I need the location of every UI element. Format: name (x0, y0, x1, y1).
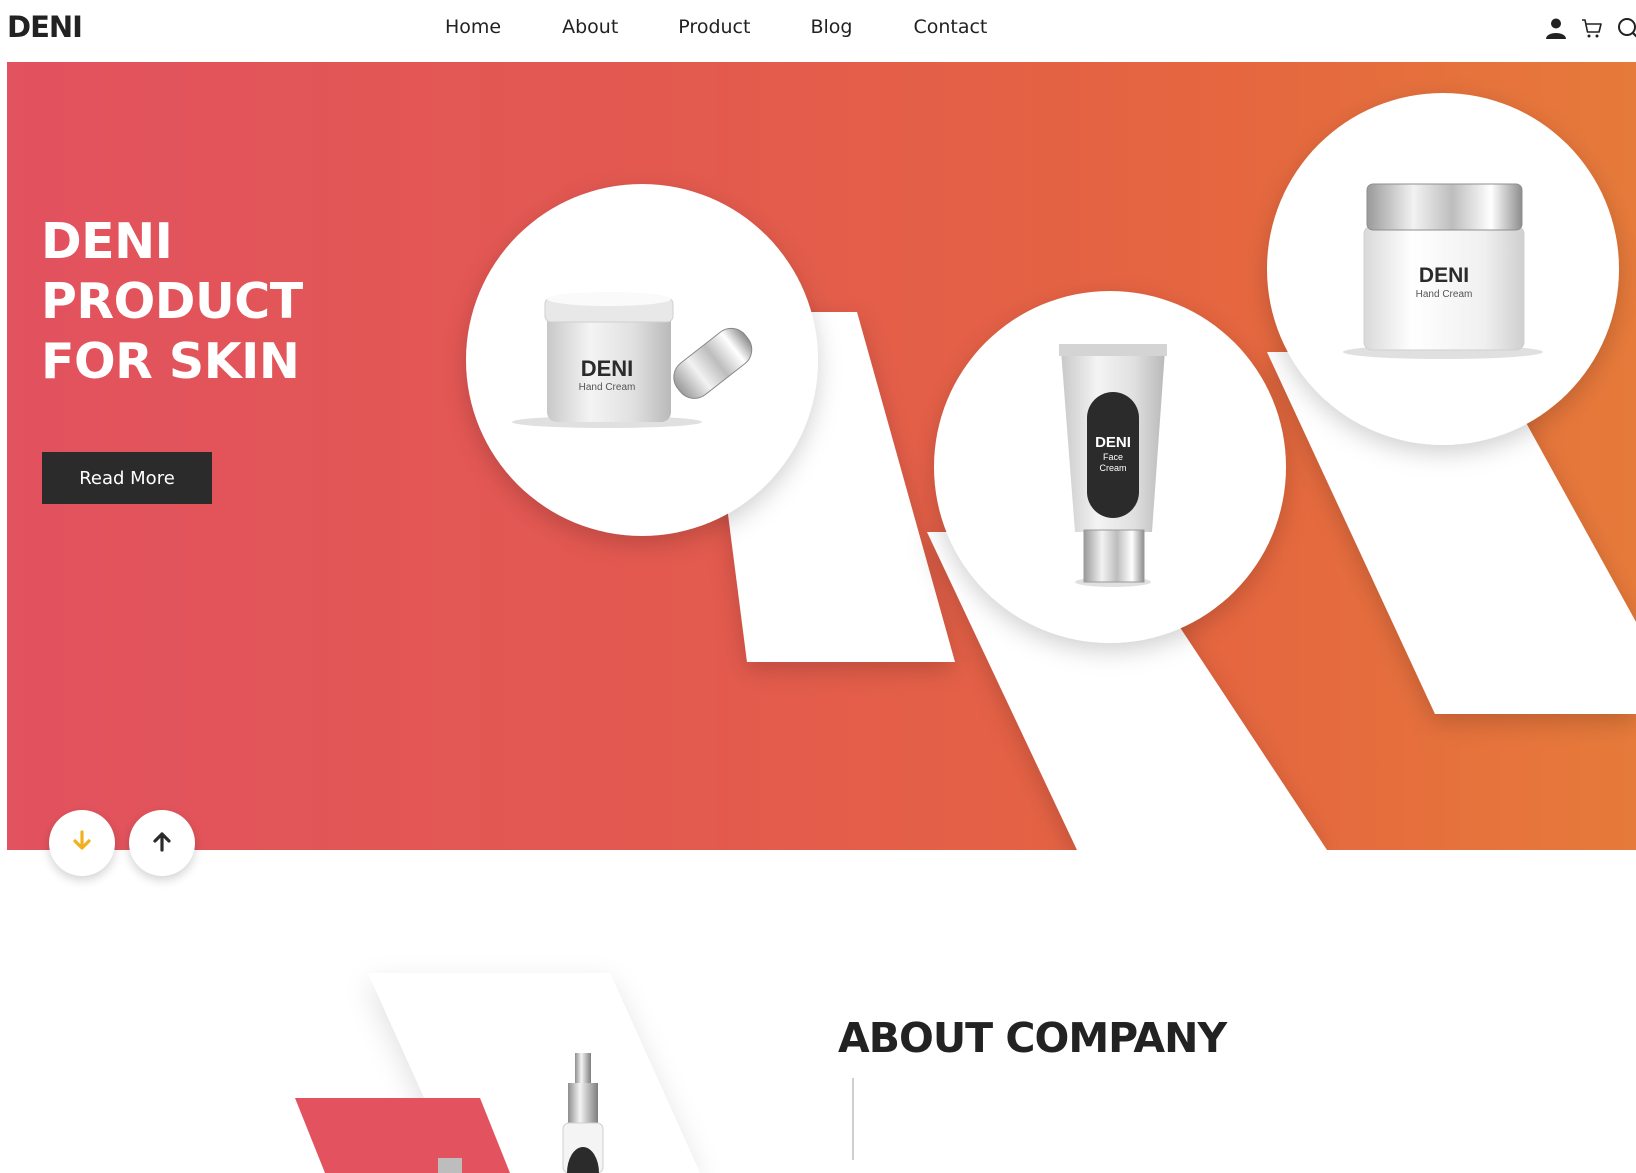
hero-title-line: PRODUCT (41, 273, 303, 330)
hero-title: DENI PRODUCT FOR SKIN (41, 212, 303, 392)
cart-icon[interactable] (1580, 16, 1604, 40)
nav-contact[interactable]: Contact (913, 16, 987, 38)
product-2-name-line2: Cream (1099, 463, 1126, 473)
about-graphics (295, 973, 700, 1173)
product-hand-cream-clear-jar[interactable]: DENI Hand Cream (1343, 183, 1543, 359)
hero-graphics: DENI Hand Cream DENI Face Cream DENI Han… (466, 93, 1636, 850)
nav-product[interactable]: Product (678, 16, 750, 38)
about-title: ABOUT COMPANY (838, 1014, 1227, 1062)
nav-blog[interactable]: Blog (810, 16, 852, 38)
search-icon[interactable] (1616, 16, 1636, 40)
product-3-brand: DENI (1419, 264, 1469, 287)
read-more-button[interactable]: Read More (42, 452, 212, 504)
nav-home[interactable]: Home (445, 16, 501, 38)
logo[interactable]: DENI (7, 10, 83, 44)
hero-title-line: DENI (41, 213, 173, 270)
hero-banner: DENI Hand Cream DENI Face Cream DENI Han… (7, 62, 1636, 850)
hero-title-line: FOR SKIN (41, 333, 300, 390)
product-3-name: Hand Cream (1416, 289, 1473, 300)
nav-about[interactable]: About (562, 16, 618, 38)
product-1-brand: DENI (581, 356, 634, 381)
product-1-name: Hand Cream (579, 382, 636, 393)
site-header: DENI Home About Product Blog Contact (0, 0, 1636, 62)
about-divider (852, 1078, 854, 1160)
header-icons (1544, 16, 1636, 40)
user-icon[interactable] (1544, 16, 1568, 40)
product-2-brand: DENI (1095, 434, 1131, 451)
main-nav: Home About Product Blog Contact (445, 16, 987, 38)
product-2-name-line1: Face (1103, 452, 1123, 462)
